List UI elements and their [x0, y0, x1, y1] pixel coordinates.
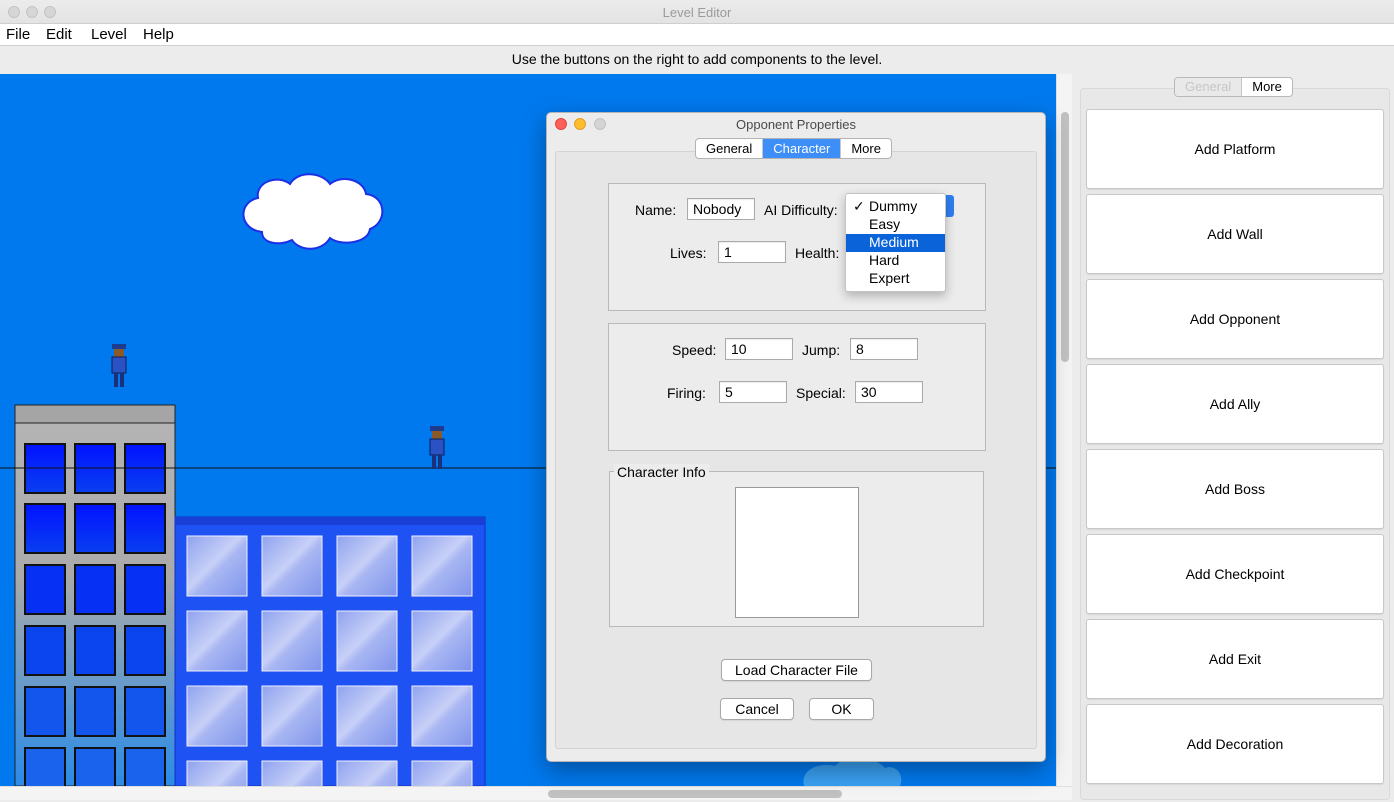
ai-option-expert[interactable]: Expert: [846, 270, 945, 288]
panel-tab-more[interactable]: More: [1242, 78, 1292, 96]
name-label: Name:: [635, 202, 677, 218]
menu-file[interactable]: File: [6, 26, 30, 43]
ai-option-medium[interactable]: Medium: [846, 234, 945, 252]
speed-label: Speed:: [672, 342, 717, 358]
add-checkpoint-button[interactable]: Add Checkpoint: [1086, 534, 1384, 614]
menu-bar: File Edit Level Help: [0, 24, 1394, 46]
horizontal-scrollbar[interactable]: [0, 786, 1072, 800]
dialog-minimize-button[interactable]: [574, 118, 586, 130]
ok-button[interactable]: OK: [809, 698, 874, 720]
firing-field[interactable]: 5: [719, 381, 787, 403]
tab-more[interactable]: More: [841, 139, 891, 158]
add-wall-button[interactable]: Add Wall: [1086, 194, 1384, 274]
ai-difficulty-dropdown: ✓ Dummy Easy Medium Hard Expert: [845, 193, 946, 292]
jump-field[interactable]: 8: [850, 338, 918, 360]
special-label: Special:: [796, 385, 846, 401]
jump-label: Jump:: [802, 342, 841, 358]
horizontal-scroll-thumb[interactable]: [548, 790, 842, 798]
menu-edit[interactable]: Edit: [46, 26, 72, 43]
health-label: Health:: [795, 245, 840, 261]
character-info-label: Character Info: [614, 464, 709, 480]
add-opponent-button[interactable]: Add Opponent: [1086, 279, 1384, 359]
cloud-decoration: [242, 173, 384, 250]
dialog-titlebar: Opponent Properties: [547, 113, 1045, 135]
instruction-text: Use the buttons on the right to add comp…: [0, 46, 1394, 74]
ai-option-dummy[interactable]: ✓ Dummy: [846, 198, 945, 216]
add-decoration-button[interactable]: Add Decoration: [1086, 704, 1384, 784]
window-title: Level Editor: [662, 5, 732, 20]
cloud-decoration-bottom: [803, 757, 902, 786]
firing-label: Firing:: [667, 385, 706, 401]
add-ally-button[interactable]: Add Ally: [1086, 364, 1384, 444]
vertical-scrollbar[interactable]: [1056, 74, 1072, 786]
window-titlebar: Level Editor: [0, 0, 1394, 24]
opponent-character-2: [429, 426, 445, 469]
add-boss-button[interactable]: Add Boss: [1086, 449, 1384, 529]
lives-field[interactable]: 1: [718, 241, 786, 263]
add-platform-button[interactable]: Add Platform: [1086, 109, 1384, 189]
ai-option-easy[interactable]: Easy: [846, 216, 945, 234]
panel-tab-general[interactable]: General: [1175, 78, 1243, 96]
building-right: [174, 516, 486, 786]
lives-label: Lives:: [670, 245, 707, 261]
speed-field[interactable]: 10: [725, 338, 793, 360]
dialog-tabs: General Character More: [695, 138, 892, 159]
dialog-title: Opponent Properties: [736, 117, 856, 132]
add-exit-button[interactable]: Add Exit: [1086, 619, 1384, 699]
character-preview: [735, 487, 859, 618]
ai-difficulty-label: AI Difficulty:: [764, 202, 838, 218]
menu-help[interactable]: Help: [143, 26, 174, 43]
panel-tabs: General More: [1174, 77, 1293, 97]
dialog-zoom-button[interactable]: [594, 118, 606, 130]
name-field[interactable]: Nobody: [687, 198, 755, 220]
cancel-button[interactable]: Cancel: [720, 698, 794, 720]
load-character-file-button[interactable]: Load Character File: [721, 659, 872, 681]
tab-character[interactable]: Character: [763, 139, 842, 158]
ai-option-hard[interactable]: Hard: [846, 252, 945, 270]
special-field[interactable]: 30: [855, 381, 923, 403]
vertical-scroll-thumb[interactable]: [1061, 112, 1069, 362]
checkmark-icon: ✓: [853, 198, 865, 214]
menu-level[interactable]: Level: [91, 26, 127, 43]
opponent-properties-dialog: Opponent Properties General Character Mo…: [546, 112, 1046, 762]
opponent-character-1: [111, 344, 127, 387]
tab-general[interactable]: General: [696, 139, 764, 158]
building-left: [14, 404, 176, 786]
dialog-close-button[interactable]: [555, 118, 567, 130]
